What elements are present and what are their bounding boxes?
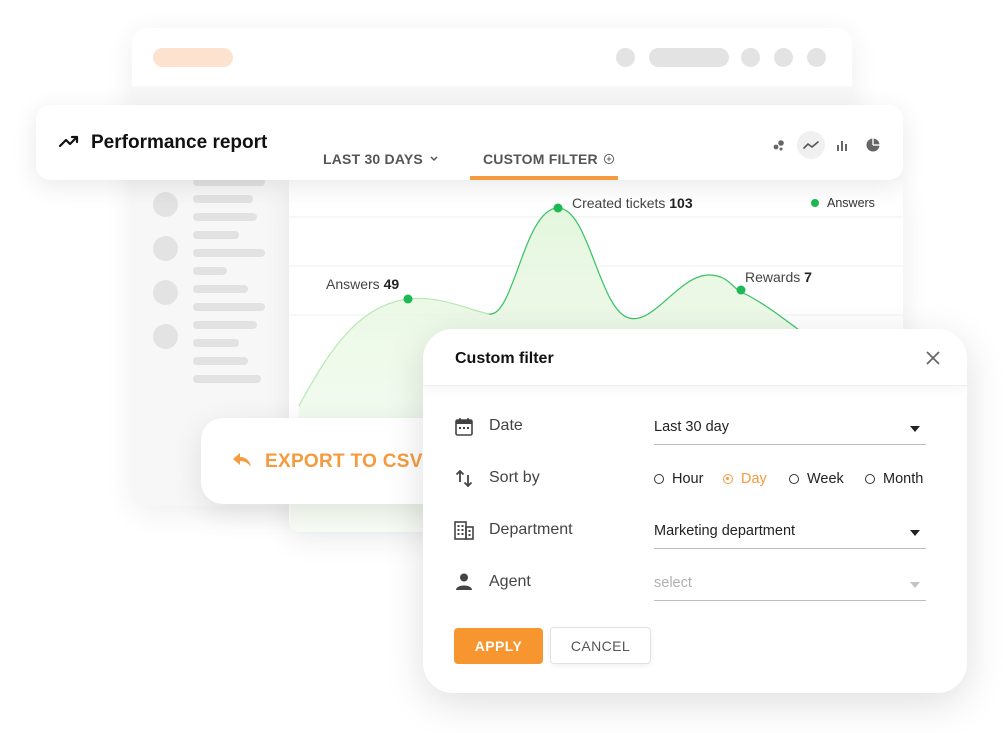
- agent-select[interactable]: select: [654, 570, 926, 601]
- radio-circle: [789, 474, 799, 484]
- sort-arrows-icon: [455, 469, 473, 488]
- topbar-placeholder-pill: [153, 48, 233, 67]
- topbar-dot: [774, 48, 793, 67]
- radio-label: Day: [741, 471, 767, 487]
- bar-view-button[interactable]: [828, 131, 856, 159]
- annotation-label: Rewards: [745, 269, 801, 285]
- custom-filter-dialog: Custom filter Date Last 30 day Sort by H…: [423, 329, 967, 693]
- topbar-dot: [741, 48, 760, 67]
- apply-button[interactable]: APPLY: [454, 628, 543, 664]
- tab-label: LAST 30 DAYS: [323, 151, 423, 167]
- annotation-rewards: Rewards 7: [745, 269, 812, 285]
- sidebar-skeleton-line: [193, 231, 239, 239]
- performance-report-card: Performance report LAST 30 DAYS CUSTOM F…: [36, 105, 903, 180]
- scatter-view-button[interactable]: [765, 131, 793, 159]
- sort-option-day[interactable]: Day: [723, 471, 767, 487]
- date-select-value: Last 30 day: [654, 419, 729, 435]
- legend-label: Answers: [827, 196, 875, 210]
- caret-down-icon: [910, 530, 920, 536]
- chart-point-answers[interactable]: [403, 294, 413, 304]
- calendar-icon: [455, 418, 473, 436]
- topbar-placeholder-pill: [649, 48, 729, 67]
- active-tab-indicator: [470, 176, 618, 180]
- dialog-header: Custom filter: [423, 329, 967, 386]
- add-circle-icon: [603, 153, 614, 165]
- sidebar-skeleton-line: [193, 267, 227, 275]
- tab-last-30-days[interactable]: LAST 30 DAYS: [323, 151, 439, 167]
- sidebar-skeleton-line: [193, 213, 257, 221]
- department-select-value: Marketing department: [654, 523, 796, 539]
- pie-chart-icon: [866, 138, 880, 152]
- sidebar-skeleton-line: [193, 339, 239, 347]
- cancel-button[interactable]: CANCEL: [550, 627, 651, 664]
- radio-circle: [723, 474, 733, 484]
- scatter-chart-icon: [773, 140, 784, 151]
- topbar-dot: [616, 48, 635, 67]
- tab-custom-filter[interactable]: CUSTOM FILTER: [483, 151, 615, 167]
- close-icon[interactable]: [925, 350, 941, 366]
- sort-option-month[interactable]: Month: [865, 471, 923, 487]
- caret-down-icon: [910, 426, 920, 432]
- date-label: Date: [489, 417, 523, 434]
- topbar-dot: [807, 48, 826, 67]
- department-label: Department: [489, 521, 573, 538]
- radio-circle: [865, 474, 875, 484]
- pie-view-button[interactable]: [859, 131, 887, 159]
- legend-dot: [811, 199, 819, 207]
- window-topbar: [132, 28, 852, 86]
- sidebar-skeleton-avatar: [153, 324, 178, 349]
- sidebar-skeleton-line: [193, 249, 265, 257]
- radio-label: Month: [883, 471, 924, 487]
- sidebar-skeleton-avatar: [153, 236, 178, 261]
- chart-legend: Answers: [811, 196, 875, 210]
- line-chart-icon: [803, 141, 819, 149]
- sort-option-week[interactable]: Week: [789, 471, 844, 487]
- department-select[interactable]: Marketing department: [654, 518, 926, 549]
- radio-label: Week: [807, 471, 844, 487]
- sidebar-skeleton-line: [193, 375, 261, 383]
- trending-up-icon: [58, 135, 79, 148]
- annotation-value: 7: [804, 269, 812, 285]
- radio-circle: [654, 474, 664, 484]
- reply-arrow-icon: [233, 453, 251, 467]
- sort-by-label: Sort by: [489, 469, 540, 486]
- dialog-title: Custom filter: [455, 350, 554, 367]
- page-title: Performance report: [91, 132, 268, 153]
- person-icon: [456, 573, 472, 590]
- agent-label: Agent: [489, 573, 531, 590]
- chevron-down-icon: [430, 156, 438, 162]
- chart-point-rewards[interactable]: [736, 285, 746, 295]
- bar-chart-icon: [837, 141, 847, 151]
- tab-label: CUSTOM FILTER: [483, 151, 598, 167]
- sidebar-skeleton-line: [193, 285, 248, 293]
- sort-option-hour[interactable]: Hour: [654, 471, 703, 487]
- sidebar-skeleton-avatar: [153, 192, 178, 217]
- annotation-label: Created tickets: [572, 195, 666, 211]
- caret-down-icon: [910, 582, 920, 588]
- sidebar-skeleton-line: [193, 303, 265, 311]
- sidebar-skeleton-line: [193, 321, 257, 329]
- sidebar-skeleton-line: [193, 195, 253, 203]
- chart-point-created-tickets[interactable]: [553, 203, 563, 213]
- export-to-csv-button[interactable]: EXPORT TO CSV: [201, 418, 461, 504]
- annotation-label: Answers: [326, 276, 380, 292]
- line-view-button[interactable]: [797, 131, 825, 159]
- sidebar-skeleton-avatar: [153, 280, 178, 305]
- sidebar-skeleton-line: [193, 357, 248, 365]
- annotation-created-tickets: Created tickets 103: [572, 195, 693, 211]
- annotation-value: 49: [383, 276, 400, 292]
- building-icon: [454, 521, 474, 540]
- date-select[interactable]: Last 30 day: [654, 414, 926, 445]
- export-label: EXPORT TO CSV: [265, 451, 423, 472]
- annotation-answers: Answers 49: [326, 276, 399, 292]
- annotation-value: 103: [669, 195, 693, 211]
- radio-label: Hour: [672, 471, 704, 487]
- agent-select-placeholder: select: [654, 575, 692, 591]
